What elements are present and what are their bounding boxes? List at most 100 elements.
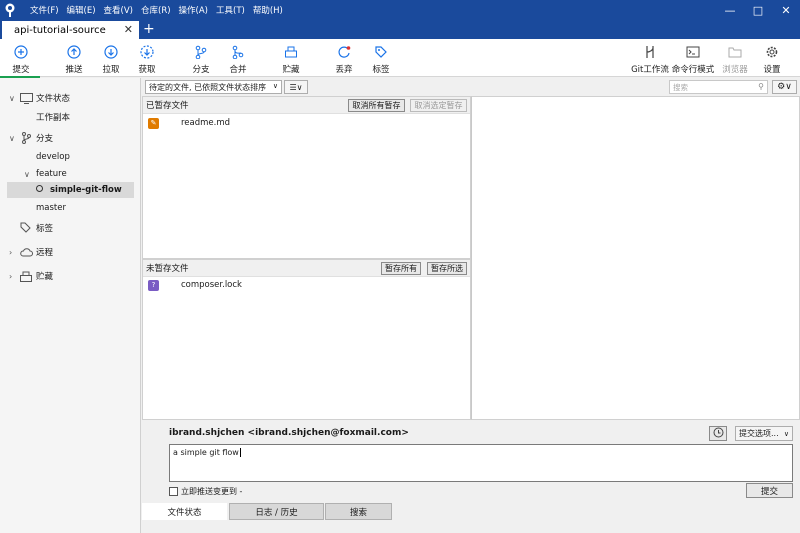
- commit-icon: [12, 43, 30, 61]
- search-input[interactable]: 搜索 ⚲: [669, 80, 768, 94]
- commit-button-label: 提交: [760, 486, 778, 497]
- settings-toolbar-button[interactable]: 设置: [752, 41, 792, 75]
- chevron-down-icon: ∨: [9, 93, 15, 103]
- sidebar-item-feature[interactable]: ∨ feature: [0, 166, 141, 182]
- sort-dropdown-label: 待定的文件, 已依照文件状态排序: [149, 82, 267, 92]
- maximize-icon[interactable]: □: [744, 0, 772, 20]
- unstaged-files-pane: 未暂存文件 暂存所有 暂存所选 ? composer.lock: [142, 259, 471, 420]
- sidebar-section-tags[interactable]: 标签: [0, 220, 141, 236]
- sidebar-section-branches[interactable]: ∨ 分支: [0, 130, 141, 146]
- chevron-down-icon: ∨: [272, 82, 278, 90]
- sidebar-label: 文件状态: [36, 94, 71, 104]
- cloud-icon: [19, 246, 33, 258]
- commit-history-button[interactable]: [709, 426, 727, 441]
- repo-tab[interactable]: api-tutorial-source ✕: [2, 21, 139, 39]
- menu-file[interactable]: 文件(F): [26, 4, 63, 16]
- tab-log-history[interactable]: 日志 / 历史: [229, 503, 324, 520]
- tab-file-status[interactable]: 文件状态: [142, 503, 227, 520]
- text-cursor: [239, 448, 241, 457]
- branch-toolbar-button[interactable]: 分支: [181, 41, 221, 75]
- chevron-down-icon: ∨: [9, 133, 15, 143]
- commit-toolbar-button[interactable]: 提交: [1, 41, 41, 75]
- stash-toolbar-button[interactable]: 贮藏: [271, 41, 311, 75]
- menu-actions[interactable]: 操作(A): [175, 4, 212, 16]
- unstage-selected-button[interactable]: 取消选定暂存: [410, 99, 467, 112]
- list-icon: ☰∨: [289, 82, 303, 92]
- pull-icon: [102, 43, 120, 61]
- merge-icon: [229, 43, 247, 61]
- sidebar-item-working-copy[interactable]: 工作副本: [0, 109, 141, 125]
- unstage-all-label: 取消所有暂存: [352, 101, 401, 110]
- minimize-icon[interactable]: —: [716, 0, 744, 20]
- stage-selected-label: 暂存所选: [431, 264, 463, 273]
- tab-close-icon[interactable]: ✕: [124, 23, 133, 36]
- menu-tools[interactable]: 工具(T): [212, 4, 249, 16]
- commit-message-input[interactable]: a simple git flow: [169, 444, 793, 482]
- chevron-right-icon: ›: [9, 247, 13, 257]
- push-immediately-checkbox[interactable]: 立即推送变更到 -: [169, 486, 242, 497]
- menu-repository[interactable]: 仓库(R): [137, 4, 175, 16]
- sidebar-item-develop[interactable]: develop: [0, 149, 141, 165]
- clock-icon: [713, 427, 724, 441]
- git-flow-toolbar-button[interactable]: Git工作流: [630, 41, 670, 75]
- sidebar-section-remotes[interactable]: › 远程: [0, 244, 141, 260]
- title-bar: 文件(F) 编辑(E) 查看(V) 仓库(R) 操作(A) 工具(T) 帮助(H…: [0, 0, 800, 20]
- stash-icon: [282, 43, 300, 61]
- stash-icon: [19, 270, 33, 282]
- sidebar-label: feature: [36, 169, 67, 179]
- sidebar-item-master[interactable]: master: [0, 200, 141, 216]
- unstaged-header-label: 未暂存文件: [146, 264, 189, 274]
- sidebar-label: develop: [36, 152, 70, 162]
- menu-help[interactable]: 帮助(H): [249, 4, 287, 16]
- repo-tab-bar: api-tutorial-source ✕ +: [0, 20, 800, 39]
- modified-file-icon: ✎: [148, 117, 159, 129]
- gear-icon: ⚙∨: [777, 82, 792, 92]
- staged-files-pane: 已暂存文件 取消所有暂存 取消选定暂存 ✎ readme.md: [142, 96, 471, 259]
- file-name: readme.md: [181, 118, 231, 128]
- pull-toolbar-button[interactable]: 拉取: [91, 41, 131, 75]
- merge-toolbar-button[interactable]: 合并: [218, 41, 258, 75]
- commit-options-dropdown[interactable]: 提交选项... ∨: [735, 426, 793, 441]
- stage-selected-button[interactable]: 暂存所选: [427, 262, 467, 275]
- sidebar-section-stashes[interactable]: › 贮藏: [0, 268, 141, 284]
- explorer-toolbar-button[interactable]: 浏览器: [715, 41, 755, 75]
- folder-icon: [726, 43, 744, 61]
- sidebar-label: 工作副本: [36, 113, 71, 123]
- options-gear-dropdown[interactable]: ⚙∨: [772, 80, 797, 94]
- push-immediately-label: 立即推送变更到 -: [181, 487, 243, 496]
- stage-all-label: 暂存所有: [385, 264, 417, 273]
- sidebar-label: 远程: [36, 248, 54, 258]
- untracked-file-icon: ?: [148, 279, 159, 291]
- staged-file-row[interactable]: ✎ readme.md: [148, 116, 230, 130]
- unstage-all-button[interactable]: 取消所有暂存: [348, 99, 405, 112]
- tab-search[interactable]: 搜索: [325, 503, 392, 520]
- menu-view[interactable]: 查看(V): [100, 4, 137, 16]
- new-tab-icon[interactable]: +: [143, 21, 155, 37]
- discard-toolbar-button[interactable]: 丢弃: [324, 41, 364, 75]
- fetch-icon: [138, 43, 156, 61]
- push-icon: [65, 43, 83, 61]
- sidebar-item-current-branch[interactable]: simple-git-flow: [7, 182, 134, 198]
- monitor-icon: [19, 92, 33, 104]
- chevron-down-icon: ∨: [24, 169, 30, 179]
- push-toolbar-button[interactable]: 推送: [54, 41, 94, 75]
- sort-dropdown[interactable]: 待定的文件, 已依照文件状态排序 ∨: [145, 80, 282, 94]
- unstaged-file-row[interactable]: ? composer.lock: [148, 278, 242, 292]
- view-mode-dropdown[interactable]: ☰∨: [284, 80, 308, 94]
- branch-icon: [19, 132, 33, 144]
- git-flow-icon: [641, 43, 659, 61]
- fetch-toolbar-button[interactable]: 获取: [127, 41, 167, 75]
- menu-edit[interactable]: 编辑(E): [63, 4, 100, 16]
- current-branch-icon: [36, 185, 43, 192]
- gear-icon: [763, 43, 781, 61]
- tag-toolbar-button[interactable]: 标签: [361, 41, 401, 75]
- bottom-tab-bar: 文件状态 日志 / 历史 搜索: [142, 503, 800, 522]
- sidebar-section-file-status[interactable]: ∨ 文件状态: [0, 90, 141, 106]
- close-icon[interactable]: ✕: [772, 0, 800, 20]
- stage-all-button[interactable]: 暂存所有: [381, 262, 421, 275]
- terminal-toolbar-button[interactable]: 命令行模式: [672, 41, 714, 75]
- checkbox-icon: [169, 487, 178, 496]
- tag-icon: [372, 43, 390, 61]
- commit-button[interactable]: 提交: [746, 483, 793, 498]
- diff-pane: [471, 96, 800, 420]
